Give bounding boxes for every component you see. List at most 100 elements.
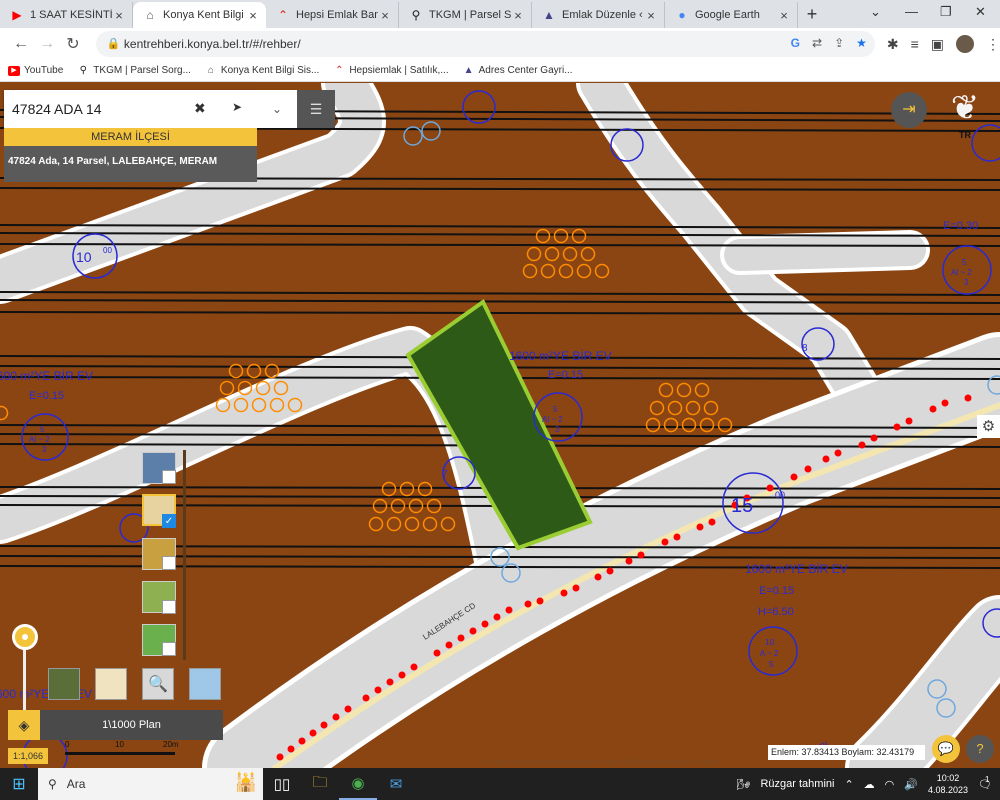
zone-code: 5 [40,425,45,434]
bookmark-hepsiemlak[interactable]: ⌃ Hepsiemlak | Satılık,... [333,65,449,76]
gear-icon[interactable]: ⚙ [977,415,1000,438]
window-close-icon[interactable]: ✕ [975,4,986,20]
address-bar: ← → ↻ 🔒 kentrehberi.konya.bel.tr/#/rehbe… [0,28,1000,60]
locate-icon[interactable]: ➤ [232,100,242,114]
clear-icon[interactable]: ✖ [194,100,206,117]
help-icon[interactable]: ? [966,735,994,763]
close-icon[interactable]: × [511,8,525,23]
chevron-up-icon[interactable]: ⌃ [844,778,853,791]
menu-icon[interactable]: ⋮ [986,36,1000,53]
login-icon[interactable]: ⇥ [891,92,927,128]
forward-icon[interactable]: → [34,35,60,53]
close-icon[interactable]: × [378,8,392,23]
windows-start-icon[interactable]: ⊞ [0,774,38,794]
tab-label: TKGM | Parsel Sorgu [429,9,511,21]
bookmark-label: Adres Center Gayri... [478,65,573,76]
media-icon[interactable]: ≡ [911,36,919,52]
chrome-icon[interactable]: ◉ [339,768,377,800]
mail-icon[interactable]: ✉ [377,768,415,800]
chat-icon[interactable]: 💬 [932,735,960,763]
close-icon[interactable]: × [112,8,126,23]
chevron-down-icon[interactable]: ⌄ [870,4,881,20]
close-icon[interactable]: × [777,8,791,23]
parcel-number: 15 [731,495,753,517]
magnifier-basemap[interactable]: 🔍 [142,668,174,700]
lock-icon[interactable]: 🔒 [107,37,121,50]
sidepanel-icon[interactable]: ▣ [931,36,944,53]
zone-label: E=0.15 [759,585,794,597]
close-icon[interactable]: × [644,8,658,23]
extensions-icon[interactable]: ✱ [887,36,899,53]
browser-tab-bar: ▶ 1 SAAT KESİNTİ × ⌂ Konya Kent Bilgi Si… [0,0,1000,28]
scale-tick: 20m [163,740,179,749]
bookmark-label: Hepsiemlak | Satılık,... [349,65,449,76]
restore-icon[interactable]: ❐ [940,4,952,20]
layers-icon[interactable]: ◈ [8,710,40,740]
emblem-text: TR [959,130,971,140]
google-icon[interactable]: G [791,36,800,50]
map-canvas[interactable]: 1600 m²YE BİR EV E=0.15 600 m²YE BİR EV … [0,83,1000,768]
tab-tkgm[interactable]: ⚲ TKGM | Parsel Sorgu × [399,2,532,28]
layer-checkbox[interactable]: ✓ [162,514,176,528]
plan-label[interactable]: 1\1000 Plan [40,710,223,740]
share-icon[interactable]: ⇪ [834,36,844,50]
search-input[interactable]: 47824 ADA 14 ✖ ➤ [4,90,257,128]
close-icon[interactable]: × [246,8,260,23]
layer-checkbox[interactable] [162,600,176,614]
new-tab-button[interactable]: + [798,2,826,28]
opacity-slider-handle[interactable] [12,624,38,650]
zone-code: 3 [42,445,47,454]
tab-label: Emlak Düzenle ‹ Ad [562,9,644,21]
zone-code: 5 [553,405,558,414]
volume-icon[interactable]: 🔊 [904,778,918,791]
emblem-logo: ❦ TR [935,86,995,144]
layer-panel: ✓ [140,450,186,660]
zone-code: Al ~ 2 [29,435,50,444]
parcel-number: 7 [442,469,448,480]
cloud-icon[interactable]: ☁ [864,778,875,791]
layer-checkbox[interactable] [162,642,176,656]
star-icon[interactable]: ★ [856,36,867,50]
bookmark-tkgm[interactable]: ⚲ TKGM | Parsel Sorg... [77,65,191,76]
chevron-down-icon[interactable]: ⌄ [257,90,297,128]
search-result[interactable]: 47824 Ada, 14 Parsel, LALEBAHÇE, MERAM [4,146,257,182]
zone-code: Al ~ 2 [542,415,563,424]
taskbar-search-input[interactable]: ⚲ Ara 🕌 [38,768,263,800]
url-text: kentrehberi.konya.bel.tr/#/rehber/ [123,37,301,51]
zone-code: 3 [964,278,969,287]
eagle-icon: ❦ [950,89,980,127]
terrain-basemap[interactable] [189,668,221,700]
url-field[interactable]: 🔒 kentrehberi.konya.bel.tr/#/rehber/ G ⇄… [95,31,875,57]
weather-text[interactable]: Rüzgar tahmini [760,778,834,790]
konya-icon: ⌂ [146,8,154,22]
tab-label: 1 SAAT KESİNTİ [30,9,112,21]
weather-icon[interactable]: 🌬 [737,778,751,791]
bookmark-adres-center[interactable]: ▲ Adres Center Gayri... [463,65,573,76]
task-view-icon[interactable]: ▯▯ [263,768,301,800]
layer-checkbox[interactable] [162,556,176,570]
parcel-number: 00 [103,246,112,255]
satellite-basemap[interactable] [48,668,80,700]
reload-icon[interactable]: ↻ [60,34,86,54]
back-icon[interactable]: ← [8,35,34,53]
notification-icon[interactable]: 🗨 1 [978,775,992,791]
wifi-icon[interactable]: ◠ [885,778,895,791]
street-basemap[interactable] [95,668,127,700]
bookmark-konya[interactable]: ⌂ Konya Kent Bilgi Sis... [205,65,319,76]
clock[interactable]: 10:02 4.08.2023 [928,772,968,796]
avatar[interactable] [956,35,974,53]
parcel-number: 10 [76,249,92,265]
list-icon[interactable]: ☰ [297,90,335,128]
bookmark-youtube[interactable]: ▶ YouTube [8,65,63,76]
tab-konya[interactable]: ⌂ Konya Kent Bilgi Sis × [133,2,266,28]
tab-google-earth[interactable]: ● Google Earth × [665,2,798,28]
minimize-icon[interactable]: — [905,4,918,19]
tab-emlak[interactable]: ▲ Emlak Düzenle ‹ Ad × [532,2,665,28]
tab-youtube[interactable]: ▶ 1 SAAT KESİNTİ × [0,2,133,28]
translate-icon[interactable]: ⇄ [812,36,822,50]
layer-checkbox[interactable] [162,470,176,484]
tab-hepsiemlak[interactable]: ⌃ Hepsi Emlak Bana Ö × [266,2,399,28]
file-explorer-icon[interactable]: 🗀 [301,768,339,800]
taskbar: ⊞ ⚲ Ara 🕌 ▯▯ 🗀 ◉ ✉ 🌬 Rüzgar tahmini ⌃ ☁ … [0,768,1000,800]
konya-icon: ⌂ [207,64,214,76]
